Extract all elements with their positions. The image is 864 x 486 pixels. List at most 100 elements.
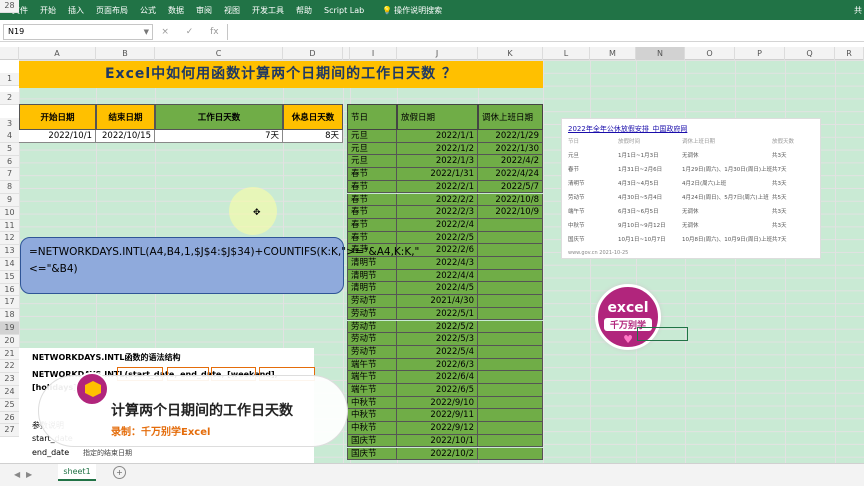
- column-header[interactable]: [343, 47, 350, 60]
- holiday-cell[interactable]: [478, 218, 543, 232]
- row-header[interactable]: 5: [0, 142, 19, 156]
- holiday-cell[interactable]: 2022/4/4: [397, 269, 478, 283]
- holiday-cell[interactable]: 2022/5/3: [397, 333, 478, 346]
- holiday-cell[interactable]: 2022/9/12: [397, 422, 478, 435]
- holiday-cell[interactable]: 2022/6/5: [397, 384, 478, 397]
- column-header[interactable]: M: [590, 47, 636, 60]
- column-header[interactable]: N: [636, 47, 685, 60]
- row-header[interactable]: 14: [0, 258, 19, 271]
- main-table-value[interactable]: 2022/10/15: [96, 130, 155, 143]
- holiday-cell[interactable]: 2022/4/24: [478, 168, 543, 181]
- next-sheet-icon[interactable]: ▶: [26, 470, 32, 479]
- ribbon-tab[interactable]: 开始: [40, 5, 56, 16]
- holiday-cell[interactable]: [478, 422, 543, 435]
- holiday-cell[interactable]: 2022/5/4: [397, 345, 478, 359]
- share-button[interactable]: 共: [854, 5, 862, 16]
- holiday-cell[interactable]: 2022/6/4: [397, 371, 478, 384]
- row-header[interactable]: 10: [0, 206, 19, 220]
- column-header[interactable]: I: [350, 47, 397, 60]
- row-header[interactable]: 11: [0, 219, 19, 233]
- holiday-cell[interactable]: [478, 371, 543, 384]
- holiday-cell[interactable]: 春节: [347, 193, 397, 207]
- holiday-cell[interactable]: [478, 269, 543, 283]
- holiday-cell[interactable]: 2022/2/1: [397, 180, 478, 194]
- prev-sheet-icon[interactable]: ◀: [14, 470, 20, 479]
- holiday-cell[interactable]: 劳动节: [347, 320, 397, 334]
- holiday-cell[interactable]: [478, 244, 543, 257]
- row-header[interactable]: 7: [0, 168, 19, 182]
- row-header[interactable]: 4: [0, 130, 19, 143]
- holiday-cell[interactable]: 春节: [347, 218, 397, 232]
- holiday-cell[interactable]: 国庆节: [347, 447, 397, 461]
- row-header[interactable]: 26: [0, 411, 19, 425]
- row-header[interactable]: 17: [0, 296, 19, 310]
- holiday-cell[interactable]: [478, 295, 543, 308]
- holiday-cell[interactable]: 2022/10/8: [478, 193, 543, 207]
- column-header[interactable]: D: [283, 47, 343, 60]
- ribbon-tab[interactable]: 视图: [224, 5, 240, 16]
- ribbon-tab[interactable]: 公式: [140, 5, 156, 16]
- holiday-cell[interactable]: 2022/2/2: [397, 193, 478, 207]
- row-header[interactable]: 24: [0, 386, 19, 399]
- holiday-cell[interactable]: 劳动节: [347, 345, 397, 359]
- selected-cell[interactable]: [637, 327, 688, 341]
- row-header[interactable]: 13: [0, 245, 19, 258]
- holiday-cell[interactable]: 2022/2/5: [397, 231, 478, 245]
- holiday-cell[interactable]: 2022/10/2: [397, 447, 478, 461]
- holiday-cell[interactable]: [478, 257, 543, 270]
- ribbon-tab[interactable]: Script Lab: [324, 6, 364, 15]
- holiday-cell[interactable]: 2022/5/2: [397, 320, 478, 334]
- ribbon-tab[interactable]: 帮助: [296, 5, 312, 16]
- holiday-cell[interactable]: 清明节: [347, 269, 397, 283]
- holiday-cell[interactable]: 元旦: [347, 155, 397, 169]
- row-header[interactable]: 15: [0, 270, 19, 284]
- name-box[interactable]: N19 ▼: [3, 23, 153, 40]
- formula-input[interactable]: [227, 23, 864, 40]
- holiday-cell[interactable]: 2022/10/1: [397, 434, 478, 448]
- holiday-cell[interactable]: 2022/6/3: [397, 358, 478, 372]
- column-header[interactable]: R: [835, 47, 864, 60]
- holiday-cell[interactable]: 2022/1/2: [397, 142, 478, 156]
- row-header[interactable]: 6: [0, 155, 19, 169]
- holiday-cell[interactable]: 2022/9/10: [397, 396, 478, 410]
- function-icon[interactable]: fx: [210, 27, 219, 37]
- row-header[interactable]: 3: [0, 118, 19, 131]
- row-header[interactable]: 20: [0, 334, 19, 348]
- column-header[interactable]: P: [735, 47, 785, 60]
- holiday-cell[interactable]: 中秋节: [347, 396, 397, 410]
- holiday-cell[interactable]: 元旦: [347, 142, 397, 156]
- holiday-cell[interactable]: 2021/4/30: [397, 295, 478, 308]
- row-header[interactable]: 28: [0, 0, 19, 13]
- holiday-cell[interactable]: 劳动节: [347, 333, 397, 346]
- row-header[interactable]: 9: [0, 194, 19, 207]
- tab-sheet1[interactable]: sheet1: [58, 464, 96, 481]
- holiday-cell[interactable]: [478, 345, 543, 359]
- row-header[interactable]: 1: [0, 73, 19, 86]
- holiday-cell[interactable]: 国庆节: [347, 434, 397, 448]
- add-sheet-button[interactable]: +: [113, 466, 126, 479]
- main-table-value[interactable]: 7天: [155, 130, 283, 143]
- holiday-cell[interactable]: 元旦: [347, 130, 397, 143]
- row-header[interactable]: 8: [0, 181, 19, 194]
- main-table-value[interactable]: 8天: [283, 130, 343, 143]
- holiday-cell[interactable]: 端午节: [347, 358, 397, 372]
- holiday-cell[interactable]: [478, 231, 543, 245]
- column-header[interactable]: B: [96, 47, 155, 60]
- holiday-cell[interactable]: 中秋节: [347, 409, 397, 423]
- holiday-cell[interactable]: 清明节: [347, 282, 397, 296]
- cancel-icon[interactable]: ×: [161, 27, 169, 37]
- holiday-cell[interactable]: 春节: [347, 206, 397, 219]
- chevron-down-icon[interactable]: ▼: [144, 25, 149, 39]
- column-header[interactable]: C: [155, 47, 283, 60]
- row-header[interactable]: 19: [0, 322, 19, 335]
- row-header[interactable]: 12: [0, 232, 19, 246]
- holiday-cell[interactable]: 端午节: [347, 371, 397, 384]
- holiday-cell[interactable]: 2022/1/31: [397, 168, 478, 181]
- holiday-cell[interactable]: 2022/9/11: [397, 409, 478, 423]
- holiday-cell[interactable]: 清明节: [347, 257, 397, 270]
- row-header[interactable]: 22: [0, 360, 19, 374]
- row-header[interactable]: 2: [0, 92, 19, 105]
- holiday-cell[interactable]: 2022/2/3: [397, 206, 478, 219]
- search-box[interactable]: 操作说明搜索: [394, 5, 442, 16]
- holiday-cell[interactable]: [478, 282, 543, 296]
